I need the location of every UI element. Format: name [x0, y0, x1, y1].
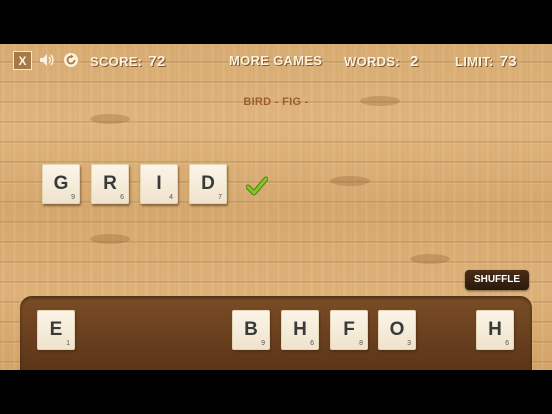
- word-tile[interactable]: I 4: [140, 164, 178, 204]
- tile-letter: O: [389, 319, 405, 340]
- letter-rack: [20, 296, 532, 370]
- words-display: WORDS: 2: [344, 53, 419, 70]
- rack-tile[interactable]: H 6: [281, 310, 319, 350]
- tile-score: 9: [261, 340, 265, 347]
- rack-tile[interactable]: F 8: [330, 310, 368, 350]
- close-button[interactable]: X: [13, 51, 32, 70]
- rack-tile[interactable]: E 1: [37, 310, 75, 350]
- word-tile[interactable]: D 7: [189, 164, 227, 204]
- rack-tile[interactable]: O 3: [378, 310, 416, 350]
- wood-knot: [330, 176, 370, 186]
- wood-knot: [90, 114, 130, 124]
- tile-letter: D: [201, 173, 215, 194]
- more-games-link[interactable]: MORE GAMES: [229, 53, 322, 68]
- words-label: WORDS:: [344, 54, 400, 69]
- tile-letter: H: [293, 319, 307, 340]
- tile-score: 6: [120, 194, 124, 201]
- refresh-icon: [64, 53, 78, 67]
- word-tile[interactable]: R 6: [91, 164, 129, 204]
- tile-letter: B: [244, 319, 258, 340]
- score-value: 72: [148, 53, 166, 70]
- limit-value: 73: [499, 53, 517, 70]
- close-label: X: [18, 53, 27, 68]
- sound-button[interactable]: [38, 51, 56, 69]
- found-words: BIRD - FIG -: [243, 96, 309, 108]
- top-bar: X SCORE: 72 MORE GAMES WORDS: 2 LIMIT: 7…: [0, 44, 552, 78]
- more-games-label: MORE GAMES: [229, 53, 323, 68]
- wood-knot: [410, 254, 450, 264]
- words-value: 2: [409, 53, 419, 70]
- tile-letter: E: [49, 319, 63, 340]
- tile-score: 8: [359, 340, 363, 347]
- restart-button[interactable]: [62, 51, 80, 69]
- tile-letter: H: [488, 319, 502, 340]
- tile-score: 3: [407, 340, 411, 347]
- tile-letter: G: [53, 173, 69, 194]
- tile-letter: F: [343, 319, 355, 340]
- shuffle-button[interactable]: SHUFFLE: [465, 270, 529, 290]
- tile-letter: R: [103, 173, 117, 194]
- wood-knot: [90, 234, 130, 244]
- score-display: SCORE: 72: [90, 53, 166, 70]
- score-label: SCORE:: [90, 54, 143, 69]
- limit-display: LIMIT: 73: [455, 53, 517, 70]
- game-board: X SCORE: 72 MORE GAMES WORDS: 2 LIMIT: 7…: [0, 44, 552, 370]
- tile-score: 6: [505, 340, 509, 347]
- word-tile[interactable]: G 9: [42, 164, 80, 204]
- tile-score: 6: [310, 340, 314, 347]
- limit-label: LIMIT:: [455, 54, 494, 69]
- rack-tile[interactable]: H 6: [476, 310, 514, 350]
- tile-score: 1: [66, 340, 70, 347]
- tile-score: 9: [71, 194, 75, 201]
- rack-tile[interactable]: B 9: [232, 310, 270, 350]
- checkmark-icon[interactable]: [246, 175, 268, 197]
- tile-score: 4: [169, 194, 173, 201]
- shuffle-label: SHUFFLE: [473, 274, 521, 285]
- speaker-icon: [40, 54, 54, 66]
- tile-score: 7: [218, 194, 222, 201]
- tile-letter: I: [156, 173, 162, 194]
